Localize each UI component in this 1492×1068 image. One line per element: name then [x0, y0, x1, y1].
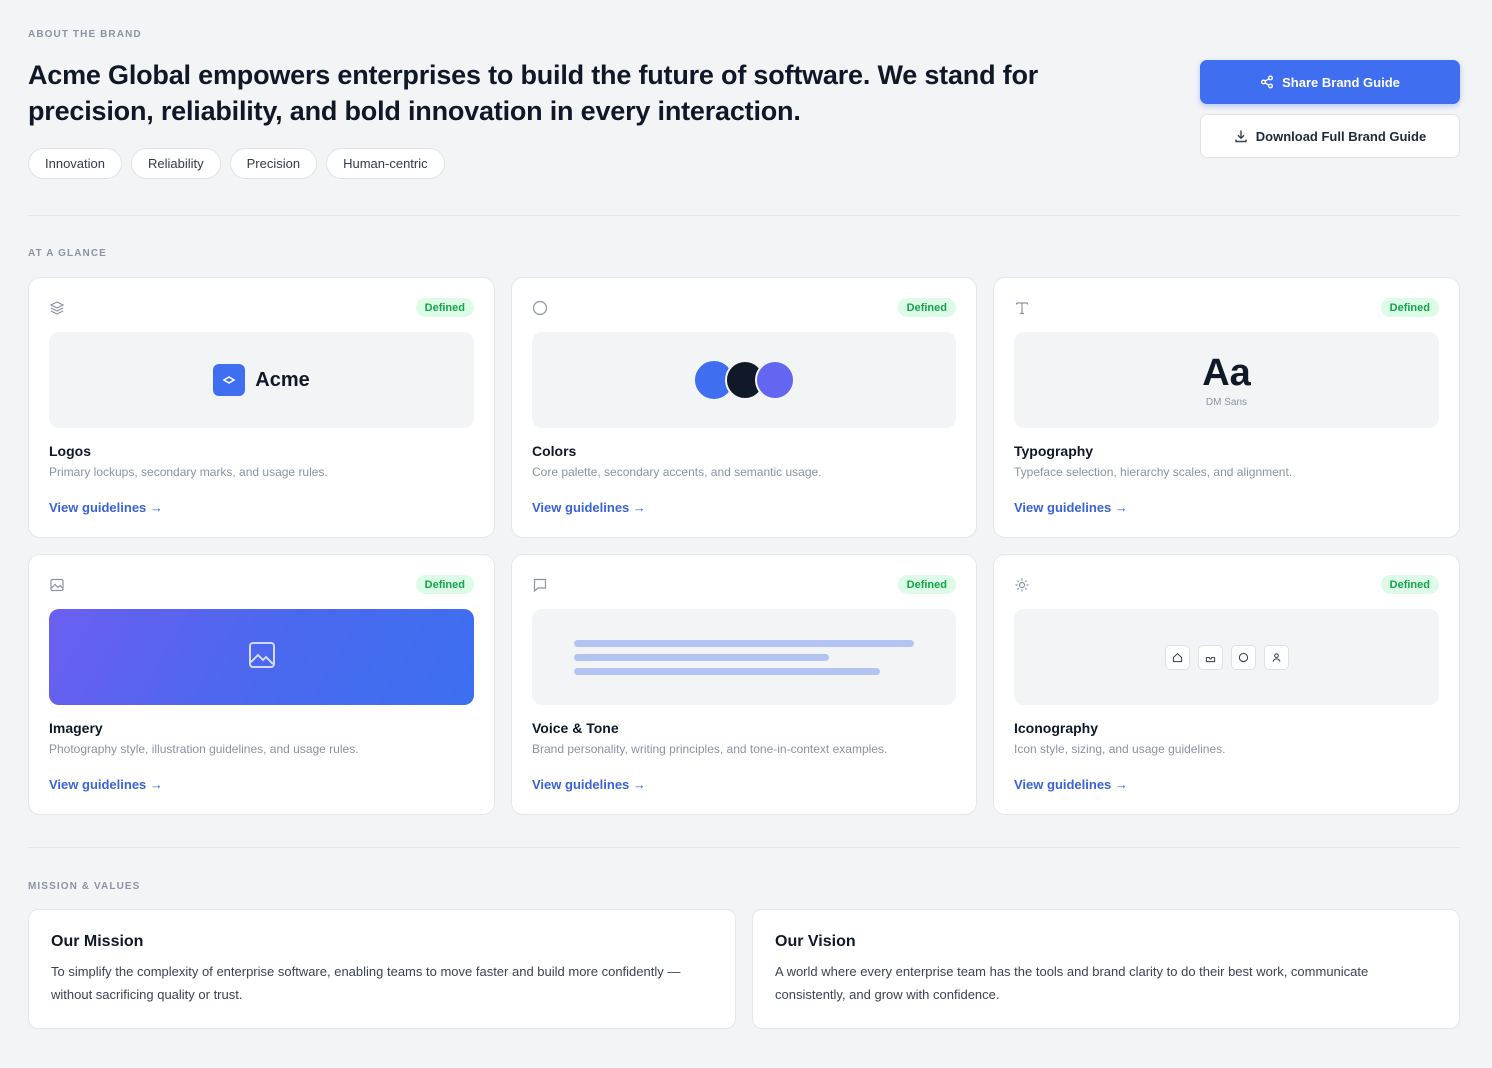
card-logos[interactable]: Defined Acme Logos Primary lockups, seco…	[28, 277, 495, 538]
type-icon	[1014, 300, 1030, 316]
brand-headline: Acme Global empowers enterprises to buil…	[28, 60, 1039, 126]
at-a-glance-section: AT A GLANCE Defined Acme Logos Primary l…	[28, 216, 1460, 848]
image-placeholder-icon	[248, 641, 276, 674]
download-button-label: Download Full Brand Guide	[1255, 128, 1427, 144]
view-guidelines-link[interactable]: View guidelines →	[1014, 777, 1128, 792]
card-description: Typeface selection, hierarchy scales, an…	[1014, 465, 1293, 479]
iconography-preview	[1014, 609, 1439, 705]
circle-icon	[1230, 644, 1256, 670]
card-iconography[interactable]: Defined Iconography Icon style, sizing, …	[993, 554, 1460, 815]
about-brand-section: ABOUT THE BRAND Acme Global empowers ent…	[28, 0, 1460, 216]
card-title: Voice & Tone	[532, 720, 619, 736]
share-brand-guide-button[interactable]: Share Brand Guide	[1200, 60, 1460, 104]
status-badge: Defined	[897, 575, 956, 594]
section-eyebrow: ABOUT THE BRAND	[28, 29, 142, 40]
card-description: Photography style, illustration guidelin…	[49, 742, 359, 756]
card-description: Core palette, secondary accents, and sem…	[532, 465, 822, 479]
card-title: Logos	[49, 443, 91, 459]
mission-body: To simplify the complexity of enterprise…	[51, 964, 681, 1002]
swatch-indigo	[755, 360, 795, 400]
mission-title: Our Mission	[51, 933, 144, 950]
brand-tags: Innovation Reliability Precision Human-c…	[28, 148, 445, 179]
card-voice-tone[interactable]: Defined Voice & Tone Brand personality, …	[511, 554, 977, 815]
section-eyebrow: AT A GLANCE	[28, 248, 107, 259]
view-guidelines-link[interactable]: View guidelines →	[532, 500, 646, 515]
status-badge: Defined	[415, 575, 474, 594]
circle-icon	[532, 300, 548, 316]
status-badge: Defined	[1380, 575, 1439, 594]
tag-innovation[interactable]: Innovation	[28, 148, 122, 179]
status-badge: Defined	[897, 298, 956, 317]
view-guidelines-link[interactable]: View guidelines →	[49, 500, 163, 515]
mission-card: Our Mission To simplify the complexity o…	[28, 909, 736, 1029]
view-guidelines-link[interactable]: View guidelines →	[532, 777, 646, 792]
typeface-name: DM Sans	[1205, 396, 1248, 408]
logo-preview: Acme	[49, 332, 474, 428]
card-title: Typography	[1014, 443, 1094, 459]
card-title: Iconography	[1014, 720, 1099, 736]
share-icon	[1260, 75, 1274, 89]
card-description: Icon style, sizing, and usage guidelines…	[1014, 742, 1226, 756]
layers-icon	[49, 300, 65, 316]
card-title: Colors	[532, 443, 577, 459]
color-swatch-preview	[532, 332, 956, 428]
glance-card-grid: Defined Acme Logos Primary lockups, seco…	[28, 277, 1460, 815]
imagery-preview	[49, 609, 474, 705]
typography-preview: Aa DM Sans	[1014, 332, 1439, 428]
inbox-icon	[1197, 644, 1223, 670]
download-brand-guide-button[interactable]: Download Full Brand Guide	[1200, 114, 1460, 158]
type-specimen: Aa	[1202, 351, 1251, 394]
text-line-placeholder	[574, 667, 880, 675]
card-description: Brand personality, writing principles, a…	[532, 742, 888, 756]
acme-wordmark: Acme	[255, 368, 310, 391]
image-icon	[49, 577, 65, 593]
text-line-placeholder	[574, 639, 914, 647]
brand-overview-page: ABOUT THE BRAND Acme Global empowers ent…	[0, 0, 1492, 1068]
vision-body: A world where every enterprise team has …	[775, 964, 1369, 1002]
vision-title: Our Vision	[775, 933, 856, 950]
view-guidelines-link[interactable]: View guidelines →	[1014, 500, 1128, 515]
message-icon	[532, 577, 548, 593]
download-icon	[1234, 129, 1248, 143]
user-icon	[1263, 644, 1289, 670]
view-guidelines-link[interactable]: View guidelines →	[49, 777, 163, 792]
text-line-placeholder	[574, 653, 829, 661]
tag-human-centric[interactable]: Human-centric	[326, 148, 445, 179]
card-colors[interactable]: Defined Colors Core palette, secondary a…	[511, 277, 977, 538]
voice-tone-preview	[532, 609, 956, 705]
share-button-label: Share Brand Guide	[1282, 74, 1400, 90]
card-title: Imagery	[49, 720, 103, 736]
section-eyebrow: MISSION & VALUES	[28, 881, 141, 892]
acme-logo-mark	[213, 364, 246, 396]
card-description: Primary lockups, secondary marks, and us…	[49, 465, 328, 479]
tag-reliability[interactable]: Reliability	[131, 148, 221, 179]
status-badge: Defined	[1380, 298, 1439, 317]
status-badge: Defined	[415, 298, 474, 317]
home-icon	[1164, 644, 1190, 670]
sun-icon	[1014, 577, 1030, 593]
tag-precision[interactable]: Precision	[229, 148, 318, 179]
vision-card: Our Vision A world where every enterpris…	[752, 909, 1460, 1029]
mission-values-section: MISSION & VALUES Our Mission To simplify…	[28, 848, 1460, 1068]
mission-vision-row: Our Mission To simplify the complexity o…	[28, 909, 1460, 1029]
card-typography[interactable]: Defined Aa DM Sans Typography Typeface s…	[993, 277, 1460, 538]
card-imagery[interactable]: Defined Imagery Photography style, illus…	[28, 554, 495, 815]
